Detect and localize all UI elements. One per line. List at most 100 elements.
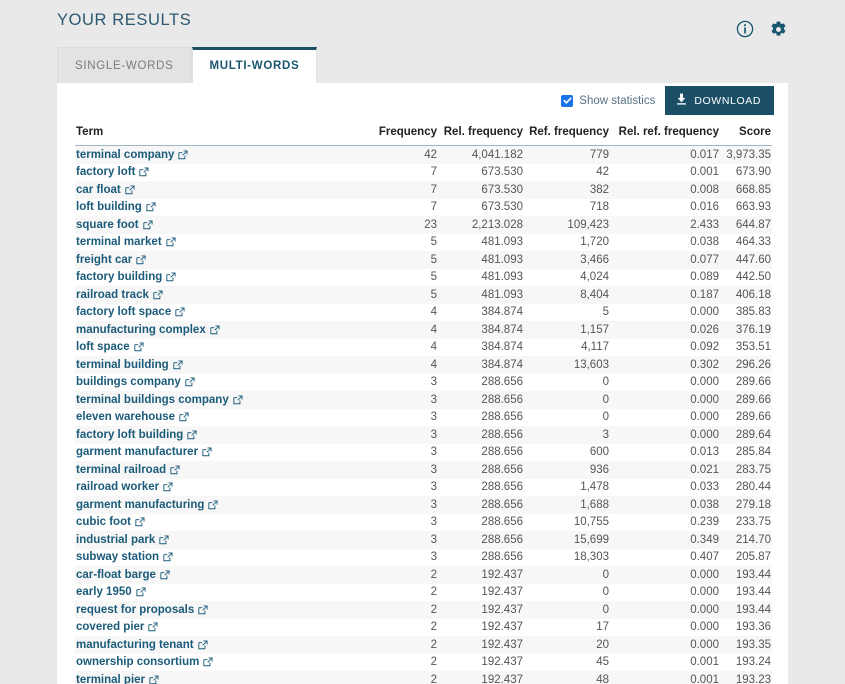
external-link-icon[interactable]	[233, 395, 243, 405]
term-link[interactable]: factory loft	[75, 166, 149, 178]
term-link[interactable]: terminal pier	[75, 674, 159, 684]
external-link-icon[interactable]	[159, 535, 169, 545]
term-link[interactable]: car float	[75, 184, 135, 196]
table-row: manufacturing tenant 2 192.437 20 0.000 193.3…	[75, 636, 772, 654]
term-link[interactable]: request for proposals	[75, 604, 208, 616]
external-link-icon[interactable]	[149, 675, 159, 684]
external-link-icon[interactable]	[163, 552, 173, 562]
external-link-icon[interactable]	[143, 220, 153, 230]
term-label: garment manufacturer	[76, 446, 199, 459]
external-link-icon[interactable]	[197, 640, 208, 650]
external-link-icon[interactable]	[179, 412, 189, 422]
external-link-icon[interactable]	[178, 150, 188, 160]
external-link-icon[interactable]	[148, 622, 158, 632]
term-link[interactable]: industrial park	[75, 534, 169, 546]
external-link-icon[interactable]	[208, 500, 218, 510]
gear-icon[interactable]	[768, 19, 788, 39]
cell-score: 442.50	[735, 271, 771, 284]
term-link[interactable]: terminal building	[75, 359, 183, 371]
cell-rel-frequency: 192.437	[481, 638, 523, 651]
external-link-icon[interactable]	[153, 290, 163, 300]
external-link-icon[interactable]	[187, 430, 197, 440]
cell-rel-ref-frequency: 0.000	[690, 376, 719, 389]
external-link-icon[interactable]	[202, 447, 212, 457]
term-link[interactable]: terminal company	[75, 149, 188, 161]
term-link[interactable]: car-float barge	[75, 569, 170, 581]
table-row: terminal pier 2 192.437 48 0.001 193.23	[75, 671, 772, 684]
term-link[interactable]: eleven warehouse	[75, 411, 189, 423]
term-link[interactable]: factory loft space	[75, 306, 185, 318]
cell-rel-frequency: 481.093	[481, 288, 523, 301]
term-link[interactable]: early 1950	[75, 586, 146, 598]
column-header-score[interactable]: Score	[720, 120, 772, 146]
column-header-rel-ref-frequency[interactable]: Rel. ref. frequency	[610, 120, 720, 146]
external-link-icon[interactable]	[170, 465, 180, 475]
cell-ref-frequency: 1,688	[580, 498, 609, 511]
external-link-icon[interactable]	[160, 570, 170, 580]
external-link-icon[interactable]	[198, 605, 208, 615]
term-link[interactable]: cubic foot	[75, 516, 145, 528]
external-link-icon[interactable]	[125, 185, 135, 195]
term-link[interactable]: loft building	[75, 201, 156, 213]
term-link[interactable]: manufacturing tenant	[75, 639, 208, 651]
term-link[interactable]: buildings company	[75, 376, 195, 388]
term-link[interactable]: railroad track	[75, 289, 163, 301]
term-label: manufacturing complex	[76, 323, 206, 336]
column-header-ref-frequency[interactable]: Ref. frequency	[524, 120, 610, 146]
tab-single-words[interactable]: SINGLE-WORDS	[57, 47, 192, 83]
cell-score: 464.33	[735, 236, 771, 249]
cell-score: 283.75	[735, 463, 771, 476]
term-link[interactable]: subway station	[75, 551, 173, 563]
external-link-icon[interactable]	[136, 255, 146, 265]
external-link-icon[interactable]	[175, 307, 185, 317]
info-icon[interactable]	[735, 19, 755, 39]
external-link-icon[interactable]	[136, 587, 146, 597]
column-header-frequency[interactable]: Frequency	[360, 120, 438, 146]
term-link[interactable]: terminal railroad	[75, 464, 180, 476]
cell-term: railroad worker	[75, 479, 360, 497]
external-link-icon[interactable]	[185, 377, 195, 387]
term-link[interactable]: garment manufacturing	[75, 499, 218, 511]
external-link-icon[interactable]	[203, 657, 213, 667]
external-link-icon[interactable]	[146, 202, 156, 212]
term-link[interactable]: terminal buildings company	[75, 394, 243, 406]
term-link[interactable]: square foot	[75, 219, 153, 231]
cell-term: ownership consortium	[75, 654, 360, 672]
term-link[interactable]: covered pier	[75, 621, 158, 633]
show-statistics-checkbox[interactable]: Show statistics	[561, 94, 655, 107]
term-link[interactable]: factory building	[75, 271, 176, 283]
cell-term: early 1950	[75, 584, 360, 602]
term-link[interactable]: ownership consortium	[75, 656, 213, 668]
external-link-icon[interactable]	[173, 360, 183, 370]
results-tabs: SINGLE-WORDS MULTI-WORDS	[57, 46, 318, 83]
results-card: Show statistics DOWNLOAD Term Frequency …	[57, 83, 788, 684]
download-button[interactable]: DOWNLOAD	[665, 86, 774, 115]
cell-rel-ref-frequency: 0.092	[690, 341, 719, 354]
term-link[interactable]: manufacturing complex	[75, 324, 220, 336]
cell-frequency: 3	[430, 498, 437, 511]
external-link-icon[interactable]	[166, 237, 176, 247]
external-link-icon[interactable]	[210, 325, 220, 335]
cell-rel-ref-frequency: 0.000	[690, 638, 719, 651]
external-link-icon[interactable]	[134, 342, 144, 352]
term-link[interactable]: railroad worker	[75, 481, 173, 493]
term-link[interactable]: terminal market	[75, 236, 176, 248]
external-link-icon[interactable]	[135, 517, 145, 527]
tab-multi-words[interactable]: MULTI-WORDS	[191, 47, 318, 83]
cell-ref-frequency: 718	[589, 201, 609, 214]
cell-ref-frequency: 18,303	[573, 551, 609, 564]
term-link[interactable]: loft space	[75, 341, 144, 353]
term-link[interactable]: factory loft building	[75, 429, 197, 441]
cell-score: 193.23	[735, 673, 771, 684]
cell-score: 233.75	[735, 516, 771, 529]
cell-term: buildings company	[75, 374, 360, 392]
cell-rel-ref-frequency: 0.001	[690, 166, 719, 179]
external-link-icon[interactable]	[163, 482, 173, 492]
column-header-term[interactable]: Term	[75, 120, 360, 146]
term-link[interactable]: garment manufacturer	[75, 446, 212, 458]
external-link-icon[interactable]	[139, 167, 149, 177]
column-header-rel-frequency[interactable]: Rel. frequency	[438, 120, 524, 146]
cell-frequency: 23	[424, 218, 437, 231]
term-link[interactable]: freight car	[75, 254, 146, 266]
external-link-icon[interactable]	[166, 272, 176, 282]
